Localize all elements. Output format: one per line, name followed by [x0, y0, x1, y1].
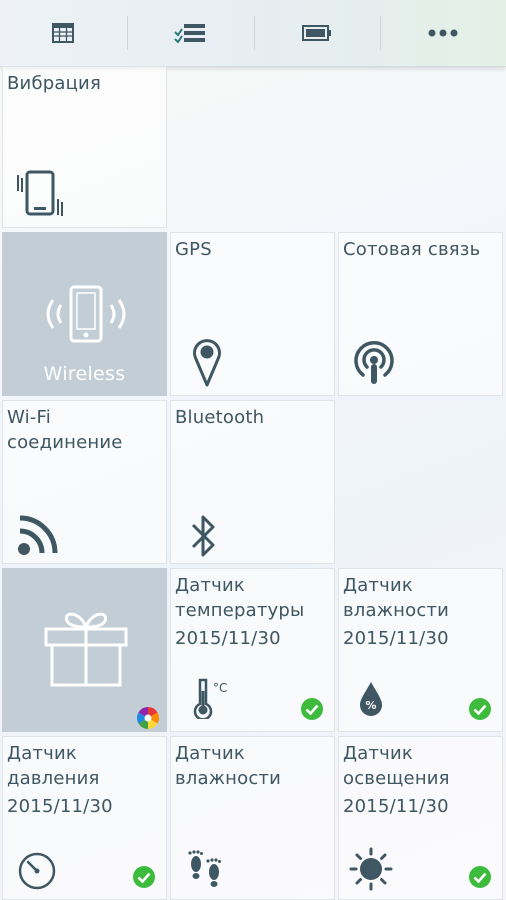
pedometer-label-line1: Датчик — [175, 743, 245, 764]
cellular-tile[interactable]: Сотовая связь — [338, 232, 503, 396]
humidity-unit: % — [365, 699, 377, 712]
checklist-icon — [174, 24, 205, 43]
more-tab-button[interactable] — [380, 0, 506, 66]
light-label-line2: освещения — [343, 768, 450, 789]
checklist-tab-button[interactable] — [127, 0, 253, 66]
gauge-icon — [18, 852, 56, 890]
temp-sensor-date: 2015/11/30 — [175, 628, 281, 649]
pressure-sensor-date: 2015/11/30 — [7, 796, 113, 817]
calendar-tab-button[interactable] — [0, 0, 126, 66]
pressure-label-line1: Датчик — [7, 743, 77, 764]
top-toolbar — [0, 0, 506, 67]
humidity-label-line2: влажности — [343, 600, 450, 621]
check-circle-icon — [301, 698, 323, 720]
temp-label-line1: Датчик — [175, 575, 245, 596]
vibration-label: Вибрация — [7, 73, 101, 94]
gps-label: GPS — [175, 239, 212, 260]
phone-vibrate-icon — [17, 170, 63, 216]
gift-tile[interactable] — [2, 568, 167, 732]
sun-icon — [349, 847, 393, 891]
gift-icon — [44, 612, 128, 687]
pressure-sensor-tile[interactable]: Датчик давления 2015/11/30 — [2, 736, 167, 900]
bluetooth-label: Bluetooth — [175, 407, 265, 428]
location-pin-icon — [193, 339, 221, 387]
humidity-sensor-tile[interactable]: Датчик влажности 2015/11/30 % — [338, 568, 503, 732]
pedometer-label-line2: влажности — [175, 768, 282, 789]
wireless-tile[interactable]: Wireless — [2, 232, 167, 396]
check-circle-icon — [469, 698, 491, 720]
light-sensor-date: 2015/11/30 — [343, 796, 449, 817]
bluetooth-icon — [191, 515, 215, 557]
cellular-label: Сотовая связь — [343, 239, 481, 260]
check-circle-icon — [133, 866, 155, 888]
multicolor-ball-icon — [137, 707, 159, 729]
humidity-sensor-date: 2015/11/30 — [343, 628, 449, 649]
wifi-label-line1: Wi-Fi — [7, 407, 51, 428]
footprints-icon — [188, 850, 221, 887]
bluetooth-tile[interactable]: Bluetooth — [170, 400, 335, 564]
check-circle-icon — [469, 866, 491, 888]
more-dots-icon — [428, 29, 458, 37]
gps-tile[interactable]: GPS — [170, 232, 335, 396]
thermometer-icon — [193, 678, 213, 719]
battery-icon — [302, 25, 331, 41]
wifi-label-line2: соединение — [7, 432, 123, 453]
calendar-grid-icon — [52, 23, 74, 43]
temp-label-line2: температуры — [175, 600, 305, 621]
phone-wireless-icon — [46, 285, 126, 343]
wireless-label: Wireless — [43, 363, 126, 385]
vibration-tile[interactable]: Вибрация — [2, 66, 167, 228]
temp-unit: °C — [213, 681, 228, 695]
light-sensor-tile[interactable]: Датчик освещения 2015/11/30 — [338, 736, 503, 900]
pressure-label-line2: давления — [7, 768, 100, 789]
humidity-label-line1: Датчик — [343, 575, 413, 596]
antenna-icon — [354, 341, 394, 384]
battery-tab-button[interactable] — [254, 0, 380, 66]
pedometer-tile[interactable]: Датчик влажности — [170, 736, 335, 900]
light-label-line1: Датчик — [343, 743, 413, 764]
temperature-sensor-tile[interactable]: Датчик температуры 2015/11/30 °C — [170, 568, 335, 732]
wifi-tile[interactable]: Wi-Fi соединение — [2, 400, 167, 564]
wifi-icon — [18, 515, 58, 555]
